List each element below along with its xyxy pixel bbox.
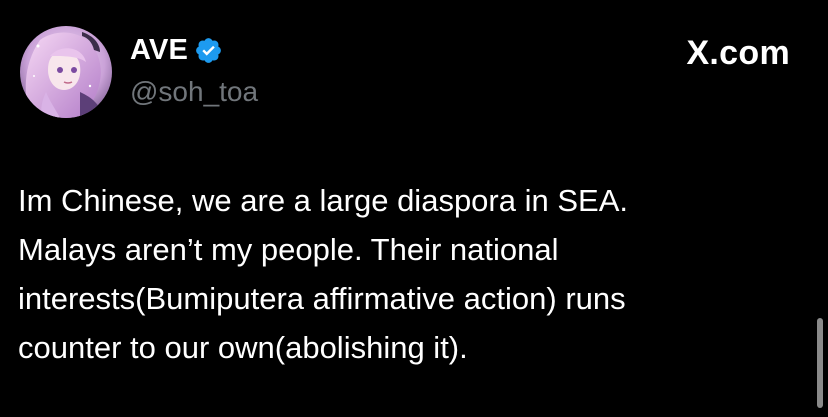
tweet-body: Im Chinese, we are a large diaspora in S… [18,176,788,372]
scrollbar[interactable] [817,318,823,408]
verified-badge-icon [194,36,223,65]
author-name-row[interactable]: AVE [130,33,223,67]
display-name[interactable]: AVE [130,34,188,67]
avatar-image [20,26,112,118]
tweet-line: interests(Bumiputera affirmative action)… [18,281,626,316]
avatar[interactable] [20,26,112,118]
brand-logo: X.com [685,34,790,72]
tweet-line: counter to our own(abolishing it). [18,330,468,365]
tweet-line: Malays aren’t my people. Their national [18,232,559,267]
tweet-card: AVE @soh_toa X.com Im Chinese, we are a … [0,0,828,417]
brand-label: X.com [686,33,790,72]
user-handle[interactable]: @soh_toa [130,76,258,108]
tweet-line: Im Chinese, we are a large diaspora in S… [18,183,628,218]
